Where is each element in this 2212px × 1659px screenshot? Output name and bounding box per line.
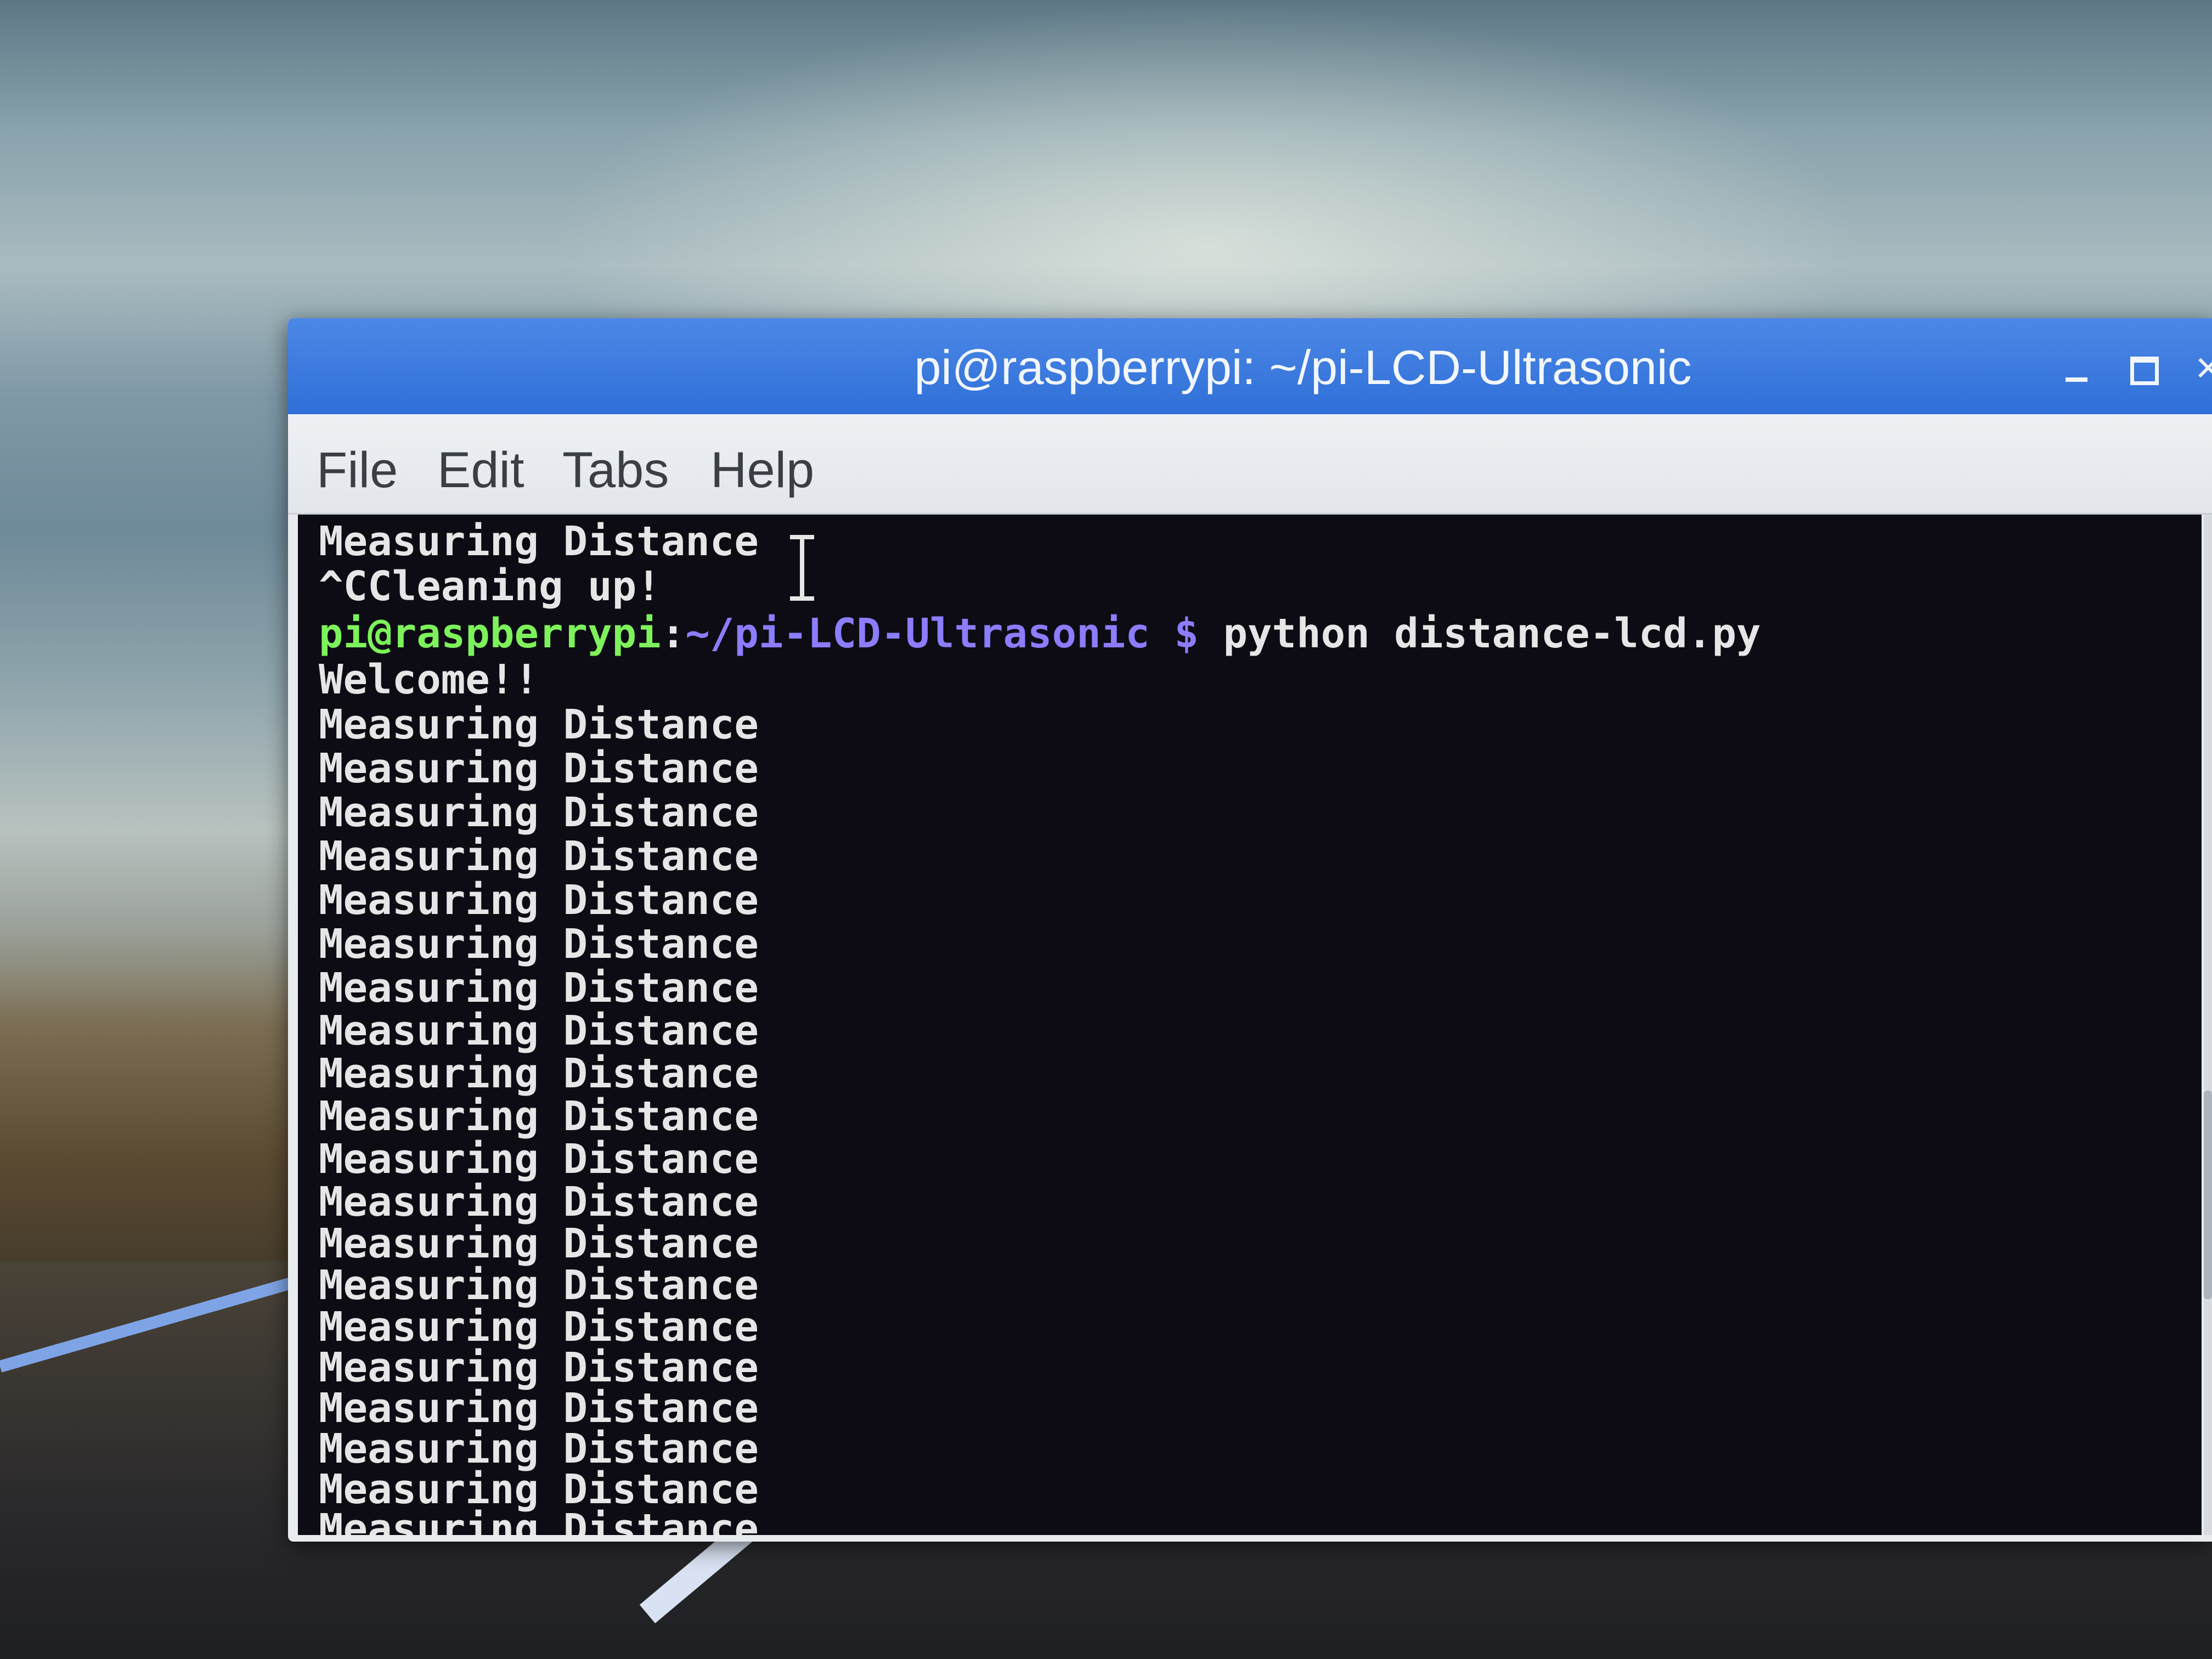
terminal-line: Measuring Distance xyxy=(319,518,759,565)
prompt-command: python distance-lcd.py xyxy=(1198,610,1761,657)
close-icon[interactable]: × xyxy=(2186,346,2212,390)
terminal-line: Measuring Distance xyxy=(319,1425,759,1472)
terminal-line: Measuring Distance xyxy=(319,1505,759,1535)
terminal-line: Measuring Distance xyxy=(319,964,759,1012)
maximize-icon[interactable] xyxy=(2120,346,2164,390)
terminal-line: Measuring Distance xyxy=(319,789,759,836)
terminal-line: Measuring Distance xyxy=(319,1220,759,1267)
terminal-line: Measuring Distance xyxy=(319,1007,759,1054)
terminal-line: Measuring Distance xyxy=(319,1344,759,1391)
window-title: pi@raspberrypi: ~/pi-LCD-Ultrasonic xyxy=(914,340,1692,394)
terminal-line: Measuring Distance xyxy=(319,1136,759,1183)
terminal-line: Measuring Distance xyxy=(319,701,759,748)
terminal-output[interactable]: Measuring Distance ^CCleaning up! pi@ras… xyxy=(298,515,2202,1535)
prompt-user: pi@raspberrypi xyxy=(319,610,661,657)
title-bar[interactable]: pi@raspberrypi: ~/pi-LCD-Ultrasonic × xyxy=(288,318,2212,414)
terminal-line: Measuring Distance xyxy=(319,1093,759,1140)
scrollbar-thumb[interactable] xyxy=(2204,1091,2212,1299)
terminal-line: Measuring Distance xyxy=(319,1178,759,1226)
terminal-line: Measuring Distance xyxy=(319,1466,759,1513)
terminal-line: Measuring Distance xyxy=(319,1050,759,1097)
terminal-line: ^CCleaning up! xyxy=(319,563,661,610)
terminal-scrollbar[interactable] xyxy=(2204,515,2212,1535)
menu-tabs[interactable]: Tabs xyxy=(562,443,669,498)
terminal-line: Measuring Distance xyxy=(319,745,759,792)
i-beam-cursor-icon xyxy=(786,535,819,601)
prompt-line: pi@raspberrypi:~/pi-LCD-Ultrasonic $ pyt… xyxy=(319,612,1761,655)
menu-edit[interactable]: Edit xyxy=(437,443,524,498)
terminal-line: Measuring Distance xyxy=(319,1304,759,1351)
minimize-icon[interactable] xyxy=(2055,346,2098,390)
terminal-line: Measuring Distance xyxy=(319,1262,759,1309)
prompt-dollar: $ xyxy=(1149,610,1199,657)
terminal-line: Measuring Distance xyxy=(319,1385,759,1432)
terminal-window[interactable]: pi@raspberrypi: ~/pi-LCD-Ultrasonic × Fi… xyxy=(288,318,2212,1542)
menu-file[interactable]: File xyxy=(317,443,398,498)
terminal-line: Measuring Distance xyxy=(319,877,759,924)
prompt-path: ~/pi-LCD-Ultrasonic xyxy=(685,610,1150,657)
desktop-wallpaper: pi@raspberrypi: ~/pi-LCD-Ultrasonic × Fi… xyxy=(0,0,2212,1659)
prompt-colon: : xyxy=(661,610,686,657)
terminal-line: Measuring Distance xyxy=(319,921,759,968)
terminal-line: Welcome!! xyxy=(319,656,539,703)
menu-help[interactable]: Help xyxy=(710,443,814,498)
menu-bar: File Edit Tabs Help xyxy=(288,414,2212,515)
terminal-line: Measuring Distance xyxy=(319,833,759,880)
